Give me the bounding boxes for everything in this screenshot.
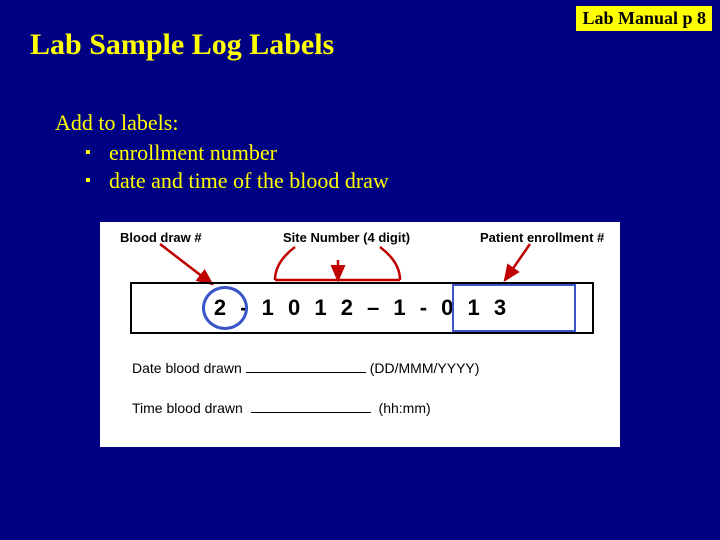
label-illustration: Blood draw # Site Number (4 digit) Patie… [100,222,620,447]
slide-title: Lab Sample Log Labels [30,28,334,62]
label-code: 2 - 1 0 1 2 – 1 - 0 1 3 [214,295,510,321]
bullet-list: ▪ enrollment number ▪ date and time of t… [85,140,389,196]
time-hint: (hh:mm) [379,400,431,416]
bullet-icon: ▪ [85,140,109,166]
date-blank [246,360,366,373]
date-label: Date blood drawn [132,360,242,376]
page-badge: Lab Manual p 8 [576,6,712,31]
bullet-text: date and time of the blood draw [109,168,389,194]
time-label: Time blood drawn [132,400,243,416]
caption-blood-draw: Blood draw # [120,230,202,245]
list-item: ▪ enrollment number [85,140,389,166]
date-field-line: Date blood drawn (DD/MMM/YYYY) [132,360,479,376]
bullet-text: enrollment number [109,140,277,166]
label-code-box: 2 - 1 0 1 2 – 1 - 0 1 3 [130,282,594,334]
time-field-line: Time blood drawn (hh:mm) [132,400,431,416]
list-item: ▪ date and time of the blood draw [85,168,389,194]
time-blank [251,400,371,413]
subheading: Add to labels: [55,110,178,136]
caption-enrollment: Patient enrollment # [480,230,604,245]
bullet-icon: ▪ [85,168,109,194]
date-hint: (DD/MMM/YYYY) [370,360,480,376]
caption-site-number: Site Number (4 digit) [283,230,410,245]
